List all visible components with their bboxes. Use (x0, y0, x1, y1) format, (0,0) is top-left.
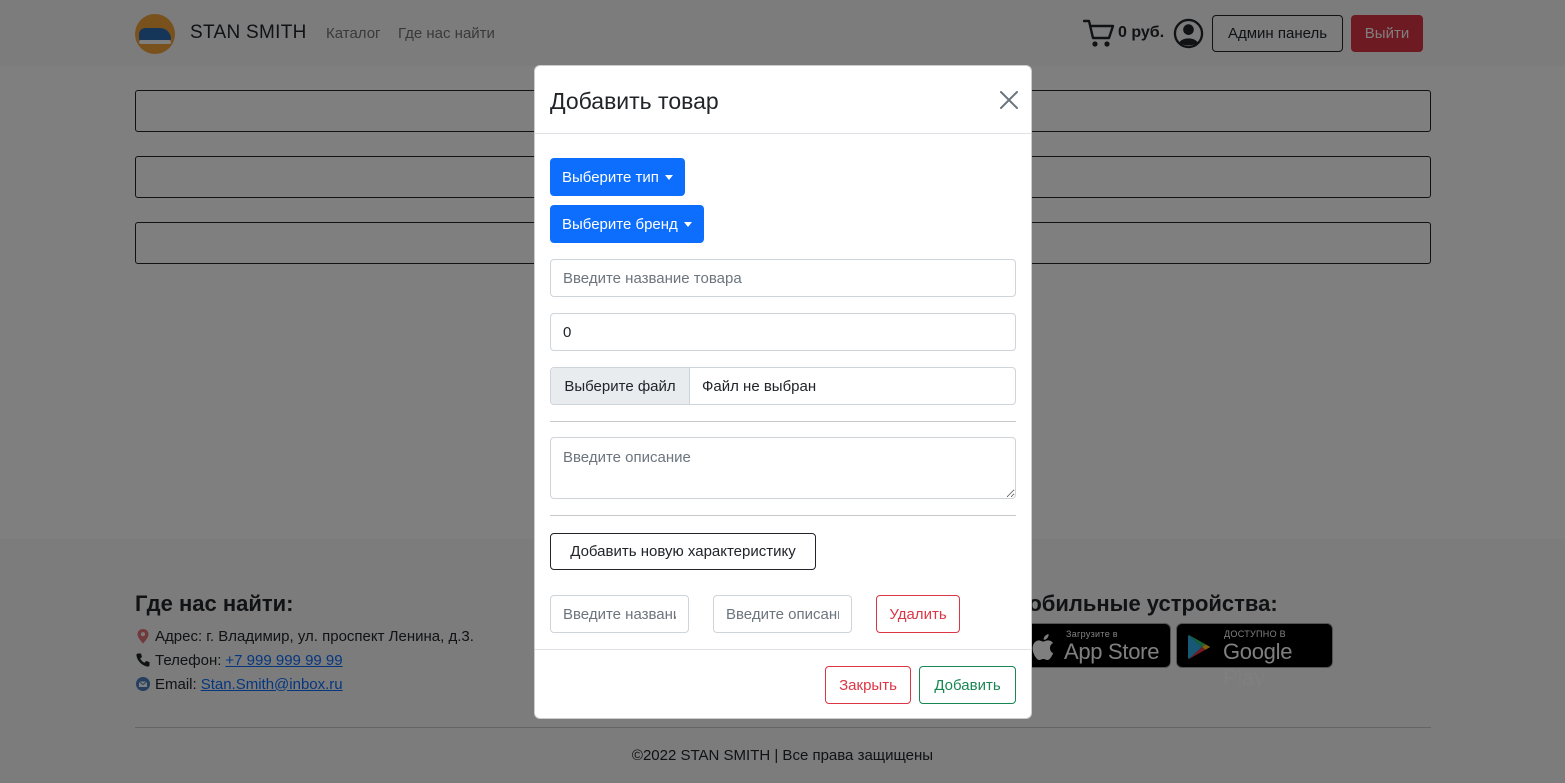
submit-add-button[interactable]: Добавить (919, 666, 1016, 704)
product-price-input[interactable] (550, 313, 1016, 351)
modal-title: Добавить товар (550, 88, 719, 114)
modal-footer-divider (535, 649, 1031, 650)
delete-characteristic-button[interactable]: Удалить (876, 595, 960, 633)
add-characteristic-button[interactable]: Добавить новую характеристику (550, 533, 816, 570)
characteristic-name-input[interactable] (550, 595, 689, 633)
product-name-input[interactable] (550, 259, 1016, 297)
caret-down-icon (683, 221, 692, 227)
brand-dropdown-button[interactable]: Выберите бренд (550, 205, 704, 243)
file-status: Файл не выбран (702, 377, 817, 395)
description-textarea[interactable] (550, 437, 1016, 499)
close-icon[interactable] (997, 88, 1021, 112)
caret-down-icon (664, 174, 673, 180)
type-dropdown-button[interactable]: Выберите тип (550, 158, 685, 196)
file-input[interactable]: Выберите файл Файл не выбран (550, 367, 1016, 405)
modal-header-divider (535, 133, 1031, 134)
form-divider (550, 515, 1016, 516)
form-divider (550, 421, 1016, 422)
choose-file-button[interactable]: Выберите файл (551, 368, 690, 404)
add-product-modal: Добавить товар Выберите тип Выберите бре… (534, 65, 1032, 719)
close-button[interactable]: Закрыть (825, 666, 911, 704)
characteristic-description-input[interactable] (713, 595, 852, 633)
